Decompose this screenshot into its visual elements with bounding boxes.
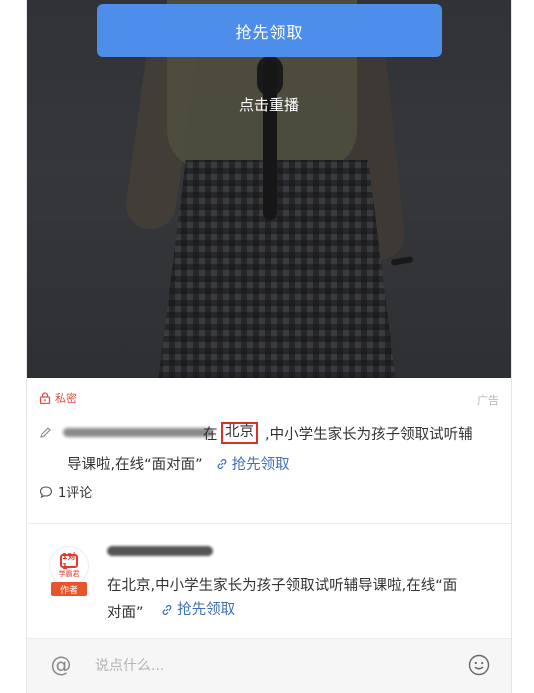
post-text-rest: ,中小学生家长为孩子领取试听辅 xyxy=(265,427,473,443)
claim-now-button[interactable]: 抢先领取 xyxy=(97,4,442,57)
comment-bubble-icon xyxy=(39,485,53,498)
mention-icon[interactable]: @ xyxy=(49,653,73,677)
replay-button[interactable]: 点击重播 xyxy=(27,94,511,115)
post-text-line-1: 在 北京 ,中小学生家长为孩子领取试听辅 xyxy=(39,422,509,444)
author-badge: 作者 xyxy=(51,582,87,596)
redacted-author-name xyxy=(107,546,213,556)
post-text-continuation: 导课啦,在线“面对面” xyxy=(67,457,203,473)
private-indicator: 私密 xyxy=(39,390,77,406)
app-frame: 抢先领取 点击重播 私密 广告 在 北京 ,中小学生家长为孩子领取试听辅 导课啦… xyxy=(26,0,512,693)
comment-input-bar: @ xyxy=(27,638,511,693)
avatar[interactable]: 1对1 学霸君 xyxy=(49,546,89,586)
author-claim-link[interactable]: 抢先领取 xyxy=(160,598,235,622)
highlighted-location: 北京 xyxy=(221,422,258,444)
avatar-brand-text: 学霸君 xyxy=(58,569,80,578)
comment-input[interactable] xyxy=(95,653,435,679)
author-claim-link-label[interactable]: 抢先领取 xyxy=(177,598,235,622)
author-comment: 1对1 学霸君 作者 在北京,中小学生家长为孩子领取试听辅导课啦,在线“面对面”… xyxy=(27,524,511,638)
emoji-icon[interactable] xyxy=(467,653,491,677)
lock-icon xyxy=(39,392,51,404)
ad-badge: 广告 xyxy=(477,394,499,407)
redacted-username xyxy=(63,428,213,437)
post-text-prefix: 在 xyxy=(203,427,218,443)
comments-count[interactable]: 1评论 xyxy=(39,482,92,501)
author-comment-text: 在北京,中小学生家长为孩子领取试听辅导课啦,在线“面对面” 抢先领取 xyxy=(107,574,467,625)
video-player[interactable]: 抢先领取 点击重播 xyxy=(27,0,511,378)
comments-label[interactable]: 1评论 xyxy=(58,482,92,501)
claim-link[interactable]: 抢先领取 xyxy=(215,453,290,474)
claim-link-label[interactable]: 抢先领取 xyxy=(232,453,290,474)
private-label: 私密 xyxy=(55,392,77,405)
link-icon xyxy=(217,458,227,469)
link-icon xyxy=(162,605,172,615)
pencil-icon xyxy=(40,427,51,438)
ad-post: 私密 广告 在 北京 ,中小学生家长为孩子领取试听辅 导课啦,在线“面对面” 抢… xyxy=(27,378,511,524)
brand-logo-icon: 1对1 xyxy=(60,552,78,571)
post-text-line-2: 导课啦,在线“面对面” 抢先领取 xyxy=(67,453,290,474)
